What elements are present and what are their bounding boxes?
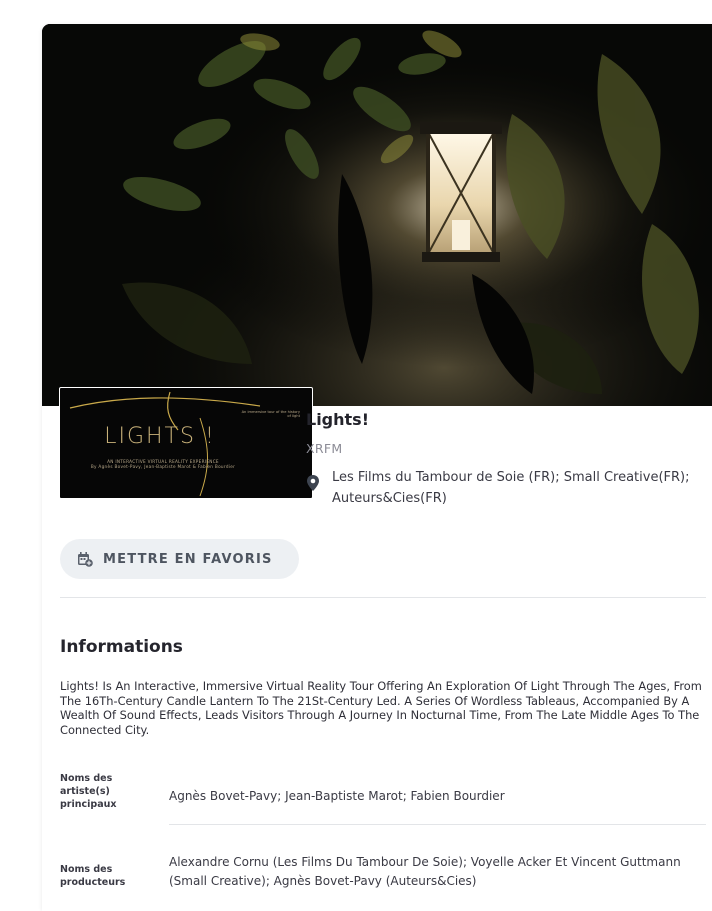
hero-image [42, 24, 712, 406]
main-artists-label: Noms des artiste(s) principaux [60, 773, 117, 810]
project-title: Lights! [306, 410, 369, 429]
poster-tagline: An immersive tour of the history of ligh… [241, 410, 300, 419]
project-location: Les Films du Tambour de Soie (FR); Small… [306, 467, 706, 509]
producers-value: Alexandre Cornu (Les Films Du Tambour De… [169, 855, 681, 888]
favorite-button-label: METTRE EN FAVORIS [103, 551, 273, 567]
project-description: Lights! Is An Interactive, Immersive Vir… [60, 679, 702, 737]
main-artists-value: Agnès Bovet-Pavy; Jean-Baptiste Marot; F… [169, 789, 505, 803]
poster-subtitle: AN INTERACTIVE VIRTUAL REALITY EXPERIENC… [68, 459, 258, 469]
project-company: XRFM [306, 441, 343, 456]
project-card: LIGHTS ! AN INTERACTIVE VIRTUAL REALITY … [42, 24, 712, 911]
calendar-add-icon [78, 552, 93, 567]
section-divider [60, 597, 706, 598]
row-divider [169, 824, 706, 825]
lantern-illustration [420, 122, 502, 262]
project-poster-thumbnail: LIGHTS ! AN INTERACTIVE VIRTUAL REALITY … [59, 387, 313, 499]
add-to-favorites-button[interactable]: METTRE EN FAVORIS [60, 539, 299, 579]
producers-label: Noms des producteurs [60, 864, 126, 888]
poster-title: LIGHTS ! [104, 424, 216, 449]
location-text: Les Films du Tambour de Soie (FR); Small… [332, 470, 690, 506]
informations-heading: Informations [60, 637, 183, 657]
map-pin-icon [307, 475, 319, 491]
poster-credits: By Agnès Bovet-Pavy, Jean-Baptiste Marot… [90, 464, 236, 469]
